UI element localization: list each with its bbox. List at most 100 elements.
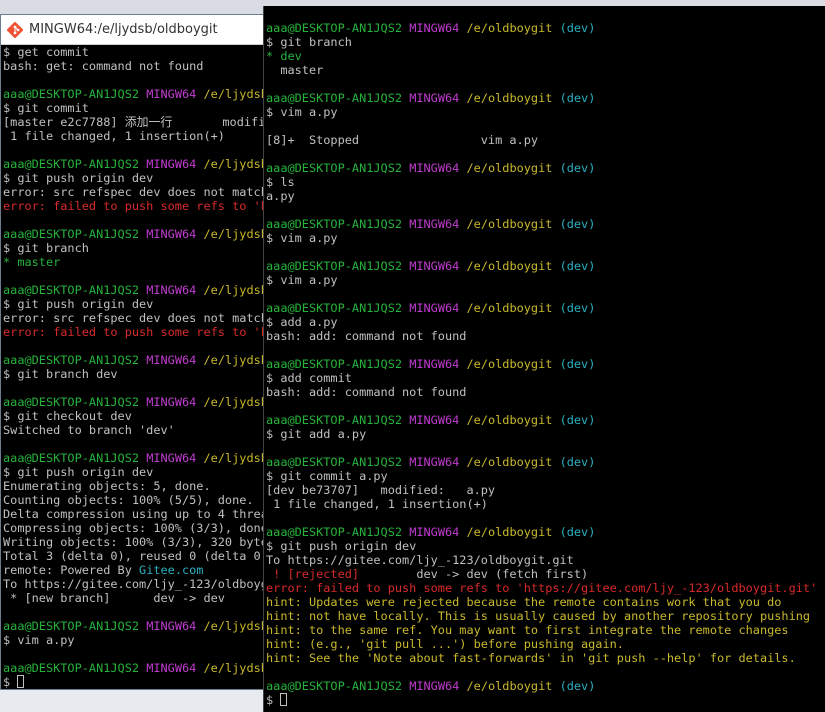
terminal-line: hint: not have locally. This is usually … <box>266 609 825 623</box>
terminal-line: Switched to branch 'dev' <box>3 423 264 437</box>
terminal-text: MINGW64 <box>409 161 460 175</box>
terminal-text: aaa@DESKTOP-AN1JQS2 <box>3 661 140 675</box>
terminal-line: $ add commit <box>266 371 825 385</box>
terminal-line: error: failed to push some refs to 'http… <box>266 581 825 595</box>
text-cursor[interactable] <box>280 693 288 706</box>
terminal-text: hint: (e.g., 'git pull ...') before push… <box>266 637 624 651</box>
terminal-text: /e/oldboygit <box>466 455 553 469</box>
terminal-line: To https://gitee.com/ljy_-123/oldboygit.… <box>266 553 825 567</box>
terminal-line: bash: get: command not found <box>3 59 264 73</box>
terminal-text: MINGW64 <box>146 395 197 409</box>
terminal-line: $ git checkout dev <box>3 409 264 423</box>
text-cursor[interactable] <box>17 675 25 688</box>
terminal-text: MINGW64 <box>146 283 197 297</box>
terminal-text: /e/oldboygit <box>466 217 553 231</box>
terminal-text: * dev <box>266 49 302 63</box>
terminal-text: /e/ljydsb/oldboygit <box>203 619 265 633</box>
terminal-line: master <box>266 63 825 77</box>
terminal-text: (dev) <box>559 413 596 427</box>
terminal-text: aaa@DESKTOP-AN1JQS2 <box>266 301 403 315</box>
terminal-text: error: src refspec dev does not match <box>3 185 265 199</box>
terminal-text: * master <box>3 255 61 269</box>
terminal-text: /e/oldboygit <box>466 413 553 427</box>
terminal-text: (dev) <box>559 91 596 105</box>
terminal-text: /e/ljydsb/oldboygit <box>203 227 265 241</box>
terminal-output[interactable]: $ get commit bash: get: command not found… <box>1 45 264 689</box>
terminal-text: $ vim a.py <box>266 231 338 245</box>
terminal-window-left[interactable]: MINGW64:/e/ljydsb/oldboygit $ get commit… <box>0 14 265 690</box>
terminal-line: aaa@DESKTOP-AN1JQS2 MINGW64 /e/ljydsb/ol… <box>3 661 264 675</box>
terminal-text: /e/ljydsb/oldboygit <box>203 87 265 101</box>
terminal-line: error: src refspec dev does not match <box>3 185 264 199</box>
terminal-line: hint: (e.g., 'git pull ...') before push… <box>266 637 825 651</box>
terminal-text: (dev) <box>559 21 596 35</box>
terminal-text: /e/oldboygit <box>466 357 553 371</box>
terminal-text: aaa@DESKTOP-AN1JQS2 <box>266 217 403 231</box>
terminal-text: Total 3 (delta 0), reused 0 (delta 0) <box>3 549 265 563</box>
terminal-text: bash: add: command not found <box>266 329 467 343</box>
terminal-text: $ git push origin dev <box>3 465 154 479</box>
terminal-line: $ vim a.py <box>266 273 825 287</box>
terminal-line: hint: See the 'Note about fast-forwards'… <box>266 651 825 665</box>
terminal-line: aaa@DESKTOP-AN1JQS2 MINGW64 /e/oldboygit… <box>266 455 825 469</box>
terminal-line: aaa@DESKTOP-AN1JQS2 MINGW64 /e/oldboygit… <box>266 217 825 231</box>
terminal-line: * master <box>3 255 264 269</box>
terminal-text: master <box>266 63 324 77</box>
terminal-line: error: src refspec dev does not match <box>3 311 264 325</box>
terminal-text: MINGW64 <box>409 679 460 693</box>
terminal-line: $ git add a.py <box>266 427 825 441</box>
terminal-text: aaa@DESKTOP-AN1JQS2 <box>3 157 140 171</box>
terminal-text: MINGW64 <box>146 227 197 241</box>
terminal-line: bash: add: command not found <box>266 385 825 399</box>
title-bar[interactable]: MINGW64:/e/ljydsb/oldboygit <box>1 15 264 45</box>
terminal-line: 1 file changed, 1 insertion(+) <box>266 497 825 511</box>
terminal-text: aaa@DESKTOP-AN1JQS2 <box>266 21 403 35</box>
terminal-text: $ vim a.py <box>3 633 75 647</box>
terminal-text: aaa@DESKTOP-AN1JQS2 <box>266 259 403 273</box>
terminal-text: /e/oldboygit <box>466 21 553 35</box>
terminal-text: Compressing objects: 100% (3/3), done. <box>3 521 265 535</box>
terminal-line: Counting objects: 100% (5/5), done. <box>3 493 264 507</box>
terminal-line: Delta compression using up to 4 threads <box>3 507 264 521</box>
terminal-output[interactable]: aaa@DESKTOP-AN1JQS2 MINGW64 /e/oldboygit… <box>264 6 825 707</box>
terminal-text: bash: add: command not found <box>266 385 467 399</box>
terminal-text: (dev) <box>559 679 596 693</box>
terminal-line: $ git commit a.py <box>266 469 825 483</box>
terminal-line: Writing objects: 100% (3/3), 320 bytes <box>3 535 264 549</box>
terminal-text: /e/ljydsb/oldboygit <box>203 395 265 409</box>
terminal-text: $ git branch <box>266 35 352 49</box>
terminal-line: error: failed to push some refs to 'h <box>3 199 264 213</box>
terminal-text: Gitee.com <box>139 563 204 577</box>
terminal-line: aaa@DESKTOP-AN1JQS2 MINGW64 /e/oldboygit… <box>266 21 825 35</box>
terminal-text: 1 file changed, 1 insertion(+) <box>3 129 225 143</box>
terminal-line: [master e2c7788] 添加一行 modified <box>3 115 264 129</box>
terminal-window-right[interactable]: aaa@DESKTOP-AN1JQS2 MINGW64 /e/oldboygit… <box>263 6 825 712</box>
terminal-text: (dev) <box>559 259 596 273</box>
terminal-text: aaa@DESKTOP-AN1JQS2 <box>266 525 403 539</box>
terminal-text: /e/ljydsb/oldboygit <box>203 451 265 465</box>
terminal-line: $ git push origin dev <box>3 297 264 311</box>
terminal-text: Writing objects: 100% (3/3), 320 bytes <box>3 535 265 549</box>
terminal-text: MINGW64 <box>409 91 460 105</box>
terminal-line: aaa@DESKTOP-AN1JQS2 MINGW64 /e/ljydsb/ol… <box>3 87 264 101</box>
terminal-line: a.py <box>266 189 825 203</box>
terminal-text: * [new branch] dev -> dev <box>3 591 225 605</box>
terminal-line: aaa@DESKTOP-AN1JQS2 MINGW64 /e/ljydsb/ol… <box>3 283 264 297</box>
terminal-text: ! [rejected] <box>266 567 360 581</box>
